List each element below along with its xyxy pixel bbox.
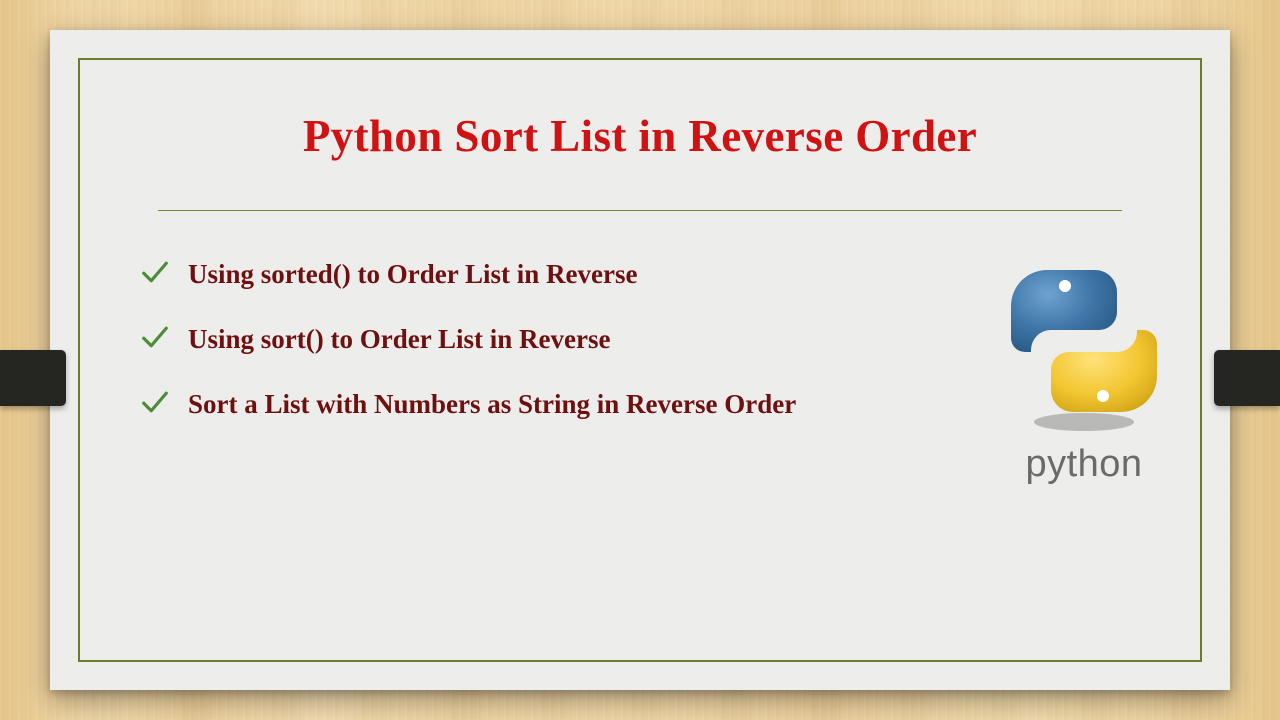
checkmark-icon bbox=[140, 387, 170, 417]
list-item: Using sorted() to Order List in Reverse bbox=[140, 257, 1140, 292]
binder-clip-right bbox=[1214, 350, 1280, 406]
slide-card: Python Sort List in Reverse Order Using … bbox=[50, 30, 1230, 690]
binder-clip-left bbox=[0, 350, 66, 406]
list-item: Using sort() to Order List in Reverse bbox=[140, 322, 1140, 357]
python-logo-caption: python bbox=[1004, 443, 1164, 486]
title-divider bbox=[158, 210, 1122, 211]
slide-title: Python Sort List in Reverse Order bbox=[140, 110, 1140, 162]
checkmark-icon bbox=[140, 257, 170, 287]
bullet-text: Using sort() to Order List in Reverse bbox=[188, 322, 610, 357]
list-item: Sort a List with Numbers as String in Re… bbox=[140, 387, 1140, 422]
python-logo-icon bbox=[1009, 264, 1159, 434]
checkmark-icon bbox=[140, 322, 170, 352]
python-logo-block: python bbox=[1004, 264, 1164, 486]
bullet-text: Sort a List with Numbers as String in Re… bbox=[188, 387, 796, 422]
bullet-text: Using sorted() to Order List in Reverse bbox=[188, 257, 637, 292]
bullet-list: Using sorted() to Order List in Reverse … bbox=[140, 257, 1140, 422]
slide-inner-border: Python Sort List in Reverse Order Using … bbox=[78, 58, 1202, 662]
